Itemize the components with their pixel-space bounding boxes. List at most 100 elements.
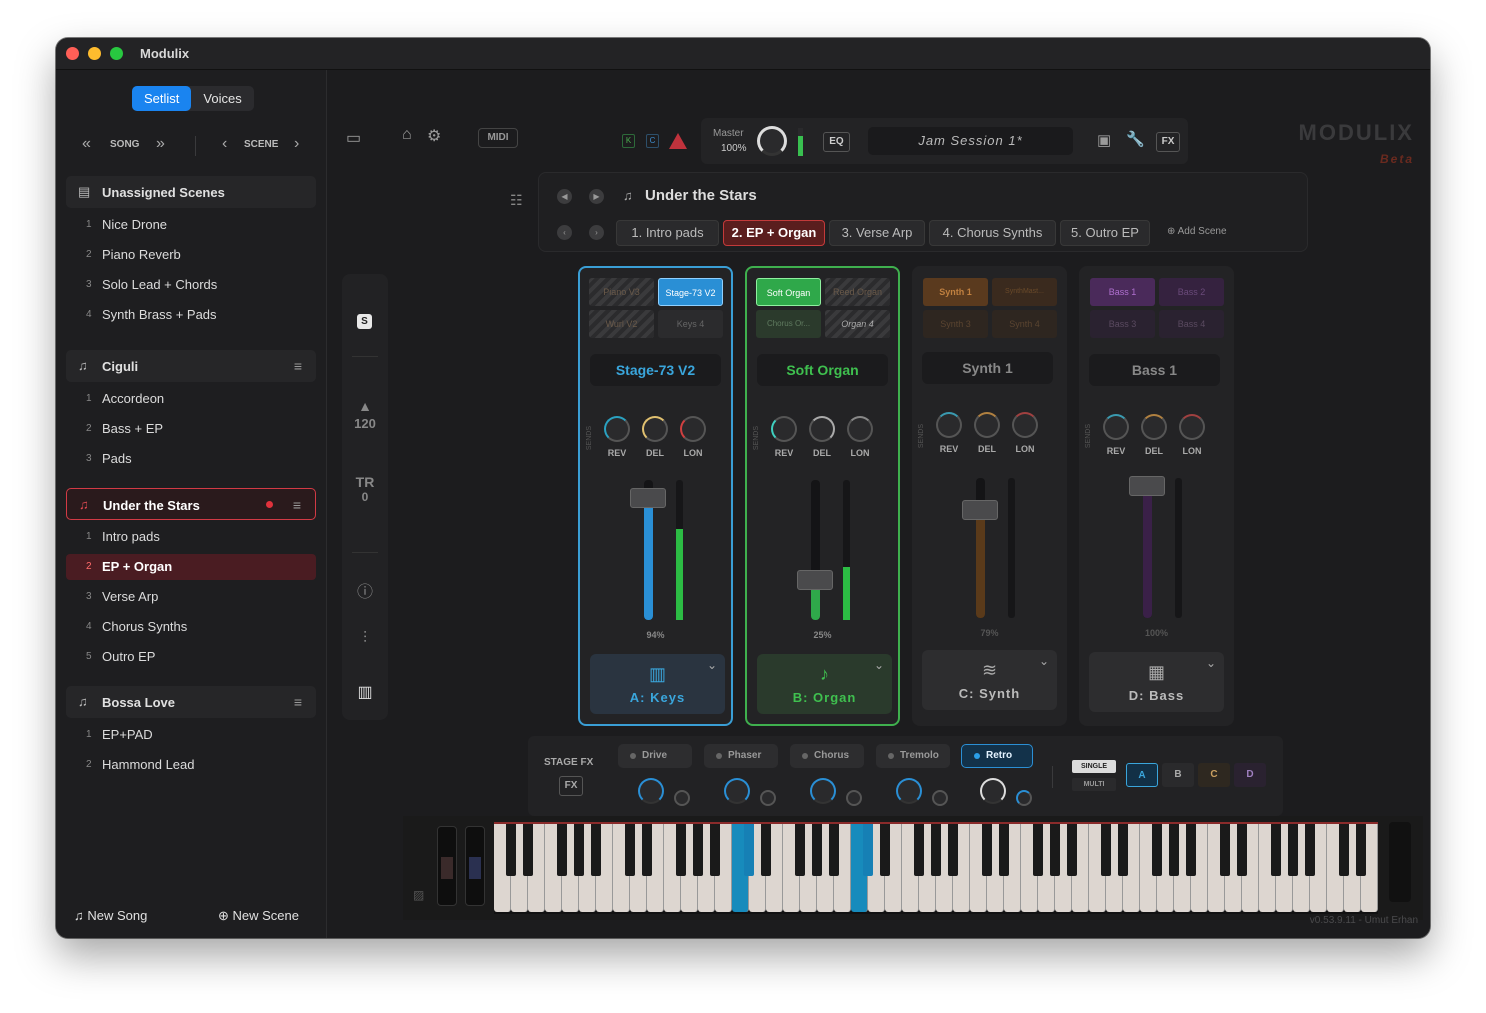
black-key[interactable] [863,824,873,876]
voice-slot-active[interactable]: Bass 1 [1090,278,1155,306]
black-key[interactable] [829,824,839,876]
volume-fader-handle[interactable] [962,500,998,520]
voice-slot[interactable]: Keys 4 [658,310,723,338]
session-name[interactable]: Jam Session 1* [868,127,1073,155]
group-under-the-stars[interactable]: ♫ Under the Stars ≡ [66,488,316,520]
black-key[interactable] [1186,824,1196,876]
group-unassigned-scenes[interactable]: ▤ Unassigned Scenes [66,176,316,208]
fx-phaser-button[interactable]: Phaser [704,744,778,768]
s-button[interactable]: S [357,314,372,329]
black-key[interactable] [574,824,584,876]
black-key[interactable] [642,824,652,876]
chevron-down-icon[interactable]: ⌄ [707,658,717,672]
volume-fader-handle[interactable] [630,488,666,508]
tempo-value[interactable]: 120 [342,416,388,431]
list-item[interactable]: 2 Hammond Lead [66,752,316,778]
black-key[interactable] [1033,824,1043,876]
channel-strip-d[interactable]: Bass 1 Bass 2 Bass 3 Bass 4 Bass 1 SENDS… [1079,266,1234,726]
black-key[interactable] [1101,824,1111,876]
list-item[interactable]: 1 Intro pads [66,524,316,550]
stage-fx-button[interactable]: FX [559,776,583,796]
skip-forward-icon[interactable]: ▶ [589,189,604,204]
list-item[interactable]: 4 Synth Brass + Pads [66,302,316,328]
channel-strip-a[interactable]: Piano V3 Stage-73 V2 Wurl V2 Keys 4 Stag… [578,266,733,726]
phaser-link-knob[interactable] [760,790,776,806]
menu-icon[interactable]: ≡ [294,358,302,374]
tremolo-knob[interactable] [896,778,922,804]
black-key[interactable] [931,824,941,876]
chip-icon[interactable]: ▣ [1097,131,1111,149]
warning-icon[interactable] [669,133,687,149]
tab-scene-3[interactable]: 3. Verse Arp [829,220,925,246]
part-b-button[interactable]: B [1162,763,1194,787]
mixer-icon[interactable]: ⫶ [342,630,388,648]
black-key[interactable] [625,824,635,876]
lon-knob[interactable] [1179,414,1205,440]
tab-scene-5[interactable]: 5. Outro EP [1060,220,1150,246]
list-item-selected[interactable]: 2 EP + Organ [66,554,316,580]
channel-strip-b[interactable]: Soft Organ Reed Organ Chorus Or... Organ… [745,266,900,726]
prev-song-icon[interactable]: « [82,135,91,153]
tab-scene-2[interactable]: 2. EP + Organ [723,220,825,246]
list-item[interactable]: 1 EP+PAD [66,722,316,748]
black-key[interactable] [761,824,771,876]
volume-fader-track[interactable] [1143,478,1152,618]
next-scene-icon[interactable]: › [294,135,299,153]
black-key[interactable] [1220,824,1230,876]
wrench-icon[interactable]: 🔧 [1126,130,1145,148]
drive-knob[interactable] [638,778,664,804]
menu-icon[interactable]: ≡ [293,497,301,513]
prev-scene-icon[interactable]: ‹ [222,135,227,153]
chorus-link-knob[interactable] [846,790,862,806]
tremolo-link-knob[interactable] [932,790,948,806]
list-item[interactable]: 3 Pads [66,446,316,472]
voice-slot[interactable]: Bass 3 [1090,310,1155,338]
tab-setlist[interactable]: Setlist [132,86,192,111]
rev-knob[interactable] [604,416,630,442]
fx-button[interactable]: FX [1156,132,1180,152]
black-key[interactable] [880,824,890,876]
black-key[interactable] [744,824,754,876]
voice-slot[interactable]: Reed Organ [825,278,890,306]
part-c-button[interactable]: C [1198,763,1230,787]
del-knob[interactable] [974,412,1000,438]
retro-knob[interactable] [980,778,1006,804]
fx-drive-button[interactable]: Drive [618,744,692,768]
black-key[interactable] [1356,824,1366,876]
skip-back-icon[interactable]: ◀ [557,189,572,204]
zoom-button[interactable] [110,47,123,60]
lon-knob[interactable] [680,416,706,442]
rev-knob[interactable] [1103,414,1129,440]
sidebar-toggle-icon[interactable]: ▭ [346,128,361,148]
black-key[interactable] [1050,824,1060,876]
piano-icon[interactable]: ▥ [342,682,388,702]
home-icon[interactable]: ⌂ [402,126,412,144]
black-key[interactable] [948,824,958,876]
tab-scene-4[interactable]: 4. Chorus Synths [929,220,1056,246]
black-key[interactable] [1169,824,1179,876]
voice-slot-active[interactable]: Stage-73 V2 [658,278,723,306]
black-key[interactable] [1271,824,1281,876]
del-knob[interactable] [642,416,668,442]
channel-a-button[interactable]: ▥ A: Keys ⌄ [590,654,725,714]
next-song-icon[interactable]: » [156,135,165,153]
chevron-down-icon[interactable]: ⌄ [1206,656,1216,670]
close-button[interactable] [66,47,79,60]
list-item[interactable]: 1 Accordeon [66,386,316,412]
list-view-icon[interactable]: ☷ [510,192,523,209]
lon-knob[interactable] [847,416,873,442]
black-key[interactable] [812,824,822,876]
fx-tremolo-button[interactable]: Tremolo [876,744,950,768]
info-icon[interactable]: ⓘ [342,578,388,602]
list-item[interactable]: 1 Nice Drone [66,212,316,238]
black-key[interactable] [1118,824,1128,876]
channel-d-button[interactable]: ▦ D: Bass ⌄ [1089,652,1224,712]
black-key[interactable] [1152,824,1162,876]
voice-slot-active[interactable]: Soft Organ [756,278,821,306]
black-key[interactable] [914,824,924,876]
transpose-value[interactable]: 0 [342,490,388,504]
master-volume-knob[interactable] [757,126,787,156]
mode-multi-button[interactable]: MULTI [1072,778,1116,791]
list-item[interactable]: 3 Solo Lead + Chords [66,272,316,298]
black-key[interactable] [982,824,992,876]
